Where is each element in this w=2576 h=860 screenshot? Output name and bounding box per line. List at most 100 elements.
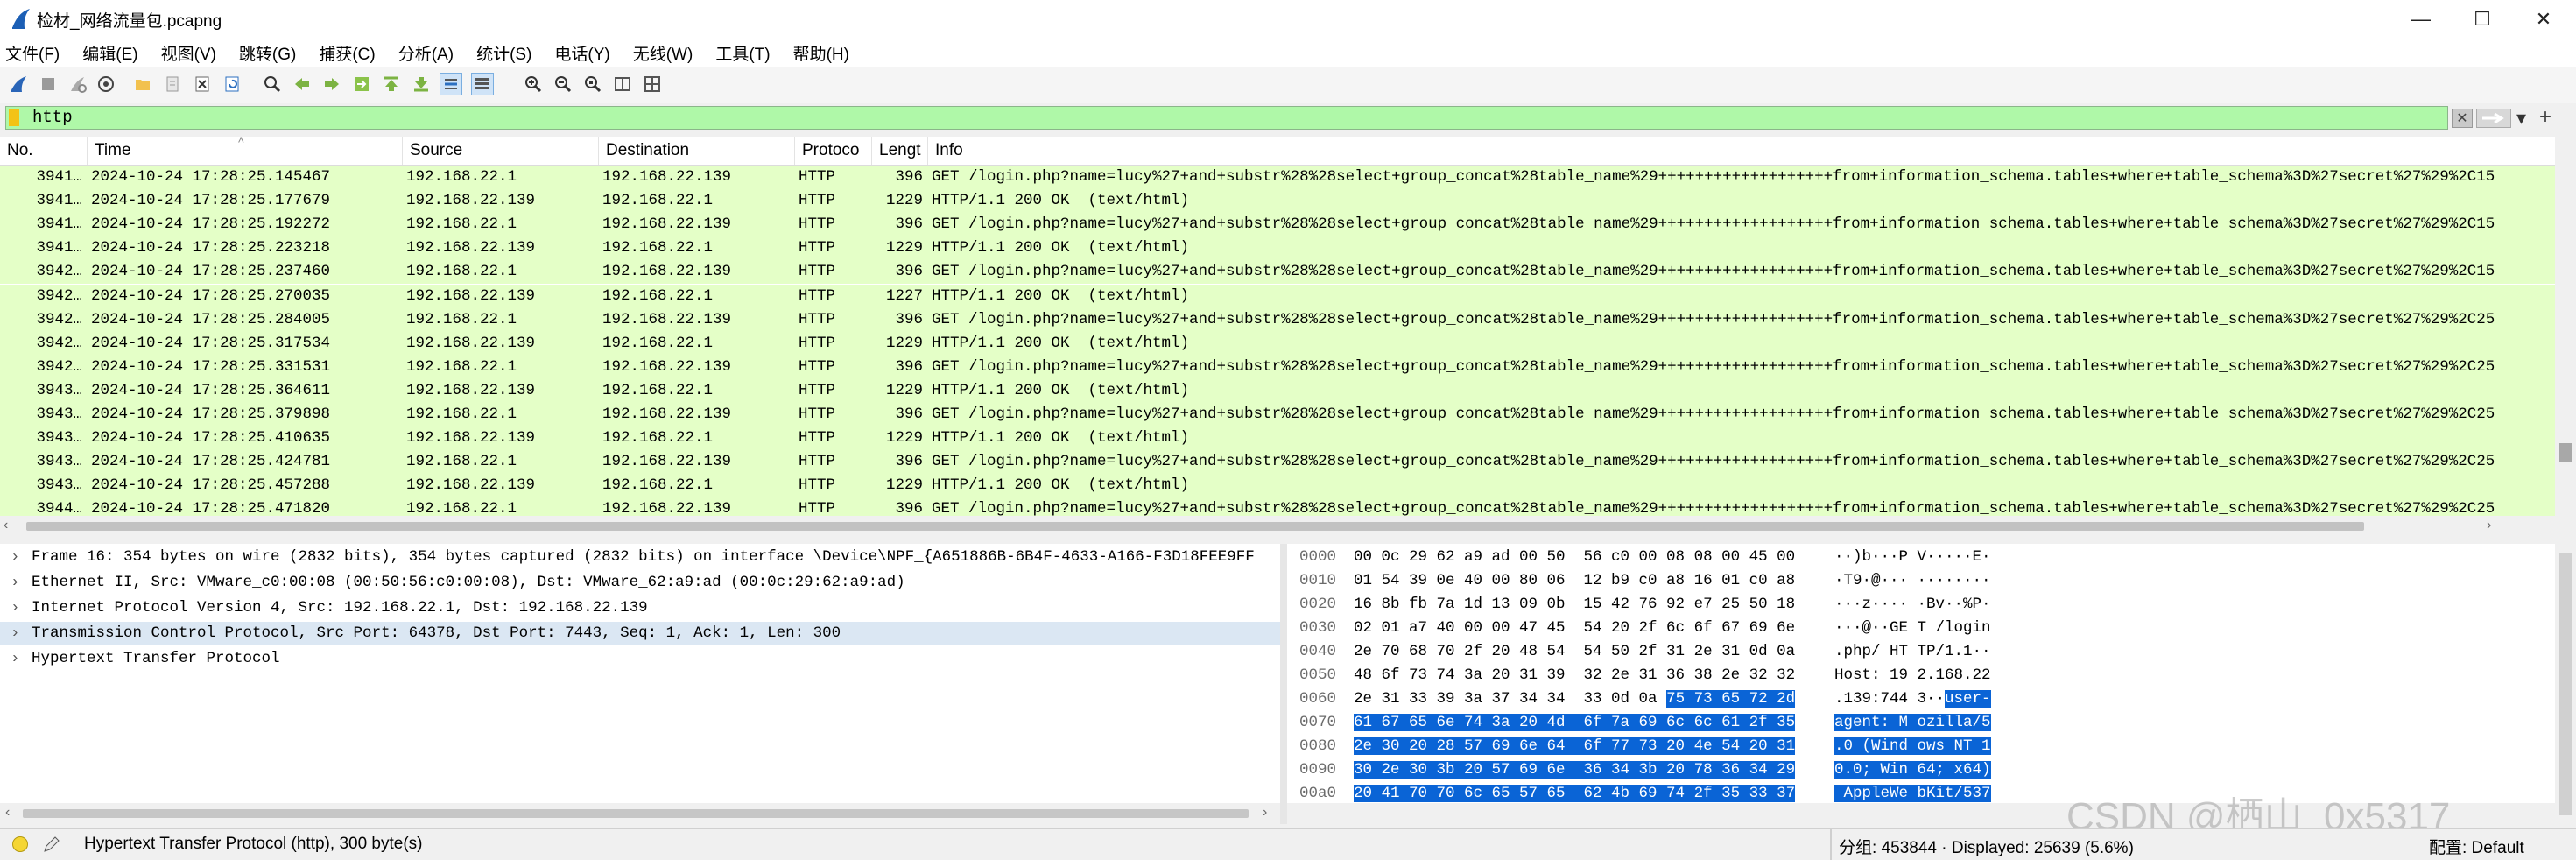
detail-tree-item[interactable]: › Transmission Control Protocol, Src Port… (0, 622, 1280, 645)
detail-tree-item[interactable]: › Frame 16: 354 bytes on wire (2832 bits)… (0, 546, 1280, 569)
packet-row[interactable]: 3941… 2024-10-24 17:28:25.192272 192.168.2… (0, 213, 2555, 237)
packet-row[interactable]: 3942… 2024-10-24 17:28:25.237460 192.168.2… (0, 260, 2555, 285)
pane-splitter[interactable] (1280, 544, 1287, 824)
column-header-no[interactable]: No. (0, 137, 88, 165)
expand-arrow-icon[interactable]: › (11, 546, 20, 569)
bytes-ascii: ···z···· ·Bv··%P· (1834, 593, 1991, 616)
bytes-row[interactable]: 0020 16 8b fb 7a 1d 13 09 0b 15 42 76 92 … (1287, 593, 2555, 616)
details-hscroll-thumb[interactable] (23, 809, 1249, 818)
go-to-packet-icon[interactable] (350, 73, 373, 95)
expand-arrow-icon[interactable]: › (11, 647, 20, 671)
menu-file[interactable]: 文件(F) (5, 41, 60, 65)
packet-row[interactable]: 3943… 2024-10-24 17:28:25.457288 192.168.2… (0, 474, 2555, 498)
resize-columns-icon[interactable] (611, 73, 634, 95)
detail-tree-item[interactable]: › Ethernet II, Src: VMware_c0:00:08 (00:5… (0, 571, 1280, 595)
packet-row[interactable]: 3943… 2024-10-24 17:28:25.410635 192.168.2… (0, 426, 2555, 451)
menu-telephony[interactable]: 电话(Y) (554, 41, 609, 65)
bytes-row[interactable]: 0050 48 6f 73 74 3a 20 31 39 32 2e 31 36 … (1287, 664, 2555, 687)
column-header-length[interactable]: Lengt (872, 137, 928, 165)
expert-info-icon[interactable] (12, 836, 28, 852)
packet-row[interactable]: 3944… 2024-10-24 17:28:25.471820 192.168.2… (0, 497, 2555, 516)
column-header-destination[interactable]: Destination (599, 137, 795, 165)
packet-row[interactable]: 3941… 2024-10-24 17:28:25.177679 192.168.2… (0, 189, 2555, 214)
packet-row[interactable]: 3943… 2024-10-24 17:28:25.364611 192.168.2… (0, 378, 2555, 403)
detail-tree-item[interactable]: › Hypertext Transfer Protocol (0, 647, 1280, 671)
scroll-right-icon[interactable]: › (1263, 805, 1267, 821)
filter-dropdown-icon[interactable]: ▾ (2516, 109, 2534, 128)
save-file-icon[interactable] (161, 73, 184, 95)
expand-arrow-icon[interactable]: › (11, 571, 20, 595)
column-header-time[interactable]: Time (88, 137, 403, 165)
go-forward-icon[interactable] (320, 73, 343, 95)
menu-view[interactable]: 视图(V) (161, 41, 216, 65)
packet-list-horizontal-scrollbar[interactable]: ‹ › (0, 516, 2555, 537)
bytes-row[interactable]: 0060 2e 31 33 39 3a 37 34 34 33 0d 0a 75 … (1287, 687, 2555, 710)
menu-go[interactable]: 跳转(G) (239, 41, 296, 65)
packet-row[interactable]: 3942… 2024-10-24 17:28:25.284005 192.168.2… (0, 307, 2555, 332)
column-header-info[interactable]: Info (928, 137, 2555, 165)
expand-arrow-icon[interactable]: › (11, 622, 20, 645)
details-horizontal-scrollbar[interactable]: ‹ › (0, 803, 1280, 824)
go-back-icon[interactable] (291, 73, 313, 95)
packet-list-vertical-scrollbar[interactable] (2555, 137, 2576, 516)
menu-analyze[interactable]: 分析(A) (398, 41, 454, 65)
status-profile[interactable]: 配置: Default (2429, 835, 2524, 858)
menu-statistics[interactable]: 统计(S) (476, 41, 531, 65)
scroll-left-icon[interactable]: ‹ (4, 518, 8, 533)
stop-capture-icon[interactable] (37, 73, 60, 95)
zoom-out-icon[interactable] (552, 73, 574, 95)
packet-row[interactable]: 3941… 2024-10-24 17:28:25.223218 192.168.2… (0, 236, 2555, 261)
apply-filter-icon[interactable] (2476, 109, 2511, 128)
capture-options-icon[interactable] (95, 73, 117, 95)
find-packet-icon[interactable] (261, 73, 284, 95)
column-header-source[interactable]: Source (403, 137, 599, 165)
bytes-row[interactable]: 0080 2e 30 20 28 57 69 6e 64 6f 77 73 20 … (1287, 735, 2555, 758)
detail-tree-item[interactable]: › Internet Protocol Version 4, Src: 192.1… (0, 596, 1280, 620)
minimize-button[interactable]: — (2390, 0, 2452, 39)
packet-row[interactable]: 3943… 2024-10-24 17:28:25.424781 192.168.2… (0, 450, 2555, 475)
scroll-right-icon[interactable]: › (2487, 518, 2491, 533)
scroll-left-icon[interactable]: ‹ (5, 805, 10, 821)
close-button[interactable]: ✕ (2513, 0, 2574, 39)
bytes-row[interactable]: 0090 30 2e 30 3b 20 57 69 6e 36 34 3b 20 … (1287, 758, 2555, 781)
bytes-row[interactable]: 0000 00 0c 29 62 a9 ad 00 50 56 c0 00 08 … (1287, 546, 2555, 568)
packet-list-hscroll-thumb[interactable] (26, 522, 2364, 531)
packet-row[interactable]: 3941… 2024-10-24 17:28:25.145467 192.168.2… (0, 166, 2555, 189)
colorize-icon[interactable] (471, 73, 494, 95)
maximize-button[interactable]: ☐ (2452, 0, 2513, 39)
packet-row[interactable]: 3942… 2024-10-24 17:28:25.331531 192.168.2… (0, 355, 2555, 379)
menu-wireless[interactable]: 无线(W) (633, 41, 693, 65)
autoscroll-icon[interactable] (440, 73, 462, 95)
filter-bookmark-icon[interactable] (9, 109, 19, 126)
start-capture-icon[interactable] (7, 73, 30, 95)
column-header-protocol[interactable]: Protoco (795, 137, 872, 165)
packet-row[interactable]: 3942… 2024-10-24 17:28:25.270035 192.168.2… (0, 284, 2555, 308)
packet-row[interactable]: 3943… 2024-10-24 17:28:25.379898 192.168.2… (0, 403, 2555, 426)
display-filter-input[interactable]: http (5, 106, 2448, 130)
bytes-row[interactable]: 0070 61 67 65 6e 74 3a 20 4d 6f 7a 69 6c … (1287, 711, 2555, 734)
reload-icon[interactable] (221, 73, 243, 95)
menu-help[interactable]: 帮助(H) (793, 41, 849, 65)
bytes-row[interactable]: 0040 2e 70 68 70 2f 20 48 54 54 50 2f 31 … (1287, 640, 2555, 663)
clear-filter-icon[interactable]: ✕ (2452, 109, 2473, 128)
menu-capture[interactable]: 捕获(C) (319, 41, 375, 65)
close-file-icon[interactable] (191, 73, 214, 95)
bytes-vertical-scrollbar[interactable] (2555, 544, 2576, 824)
restart-capture-icon[interactable] (67, 73, 89, 95)
bytes-row[interactable]: 0010 01 54 39 0e 40 00 80 06 12 b9 c0 a8 … (1287, 569, 2555, 592)
menu-tools[interactable]: 工具(T) (715, 41, 770, 65)
zoom-normal-icon[interactable] (581, 73, 604, 95)
add-filter-button-icon[interactable]: + (2539, 107, 2558, 128)
packet-list-scroll-thumb[interactable] (2559, 443, 2572, 462)
packet-row[interactable]: 3942… 2024-10-24 17:28:25.317534 192.168.2… (0, 331, 2555, 356)
edit-comment-icon[interactable] (42, 835, 61, 854)
bytes-row[interactable]: 0030 02 01 a7 40 00 00 47 45 54 20 2f 6c … (1287, 617, 2555, 639)
layout-icon[interactable] (641, 73, 664, 95)
menu-edit[interactable]: 编辑(E) (82, 41, 137, 65)
go-first-icon[interactable] (380, 73, 403, 95)
zoom-in-icon[interactable] (522, 73, 545, 95)
expand-arrow-icon[interactable]: › (11, 596, 20, 620)
open-file-icon[interactable] (131, 73, 154, 95)
bytes-scroll-thumb[interactable] (2559, 553, 2572, 815)
go-last-icon[interactable] (410, 73, 433, 95)
